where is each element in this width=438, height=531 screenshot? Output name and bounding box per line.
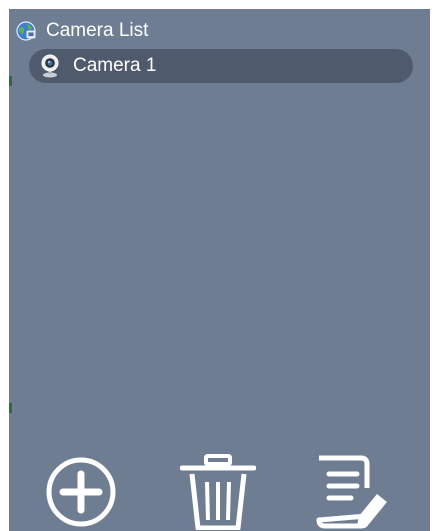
camera-list-panel: Camera List Camera 1 bbox=[9, 9, 430, 531]
delete-camera-button[interactable] bbox=[178, 453, 258, 531]
network-globe-icon bbox=[15, 20, 37, 42]
bottom-toolbar bbox=[9, 449, 430, 531]
edit-camera-button[interactable] bbox=[311, 453, 391, 531]
edge-marker bbox=[9, 76, 12, 86]
add-camera-button[interactable] bbox=[41, 453, 121, 531]
tree-root-camera-list[interactable]: Camera List bbox=[15, 18, 148, 44]
plus-circle-icon bbox=[45, 456, 117, 528]
webcam-icon bbox=[39, 54, 61, 78]
tree-root-label: Camera List bbox=[46, 20, 149, 41]
trash-icon bbox=[180, 454, 256, 530]
edge-marker bbox=[9, 403, 12, 413]
tree-item-camera-1[interactable]: Camera 1 bbox=[29, 49, 413, 83]
tree-item-label: Camera 1 bbox=[73, 55, 157, 76]
edit-note-icon bbox=[311, 454, 391, 530]
